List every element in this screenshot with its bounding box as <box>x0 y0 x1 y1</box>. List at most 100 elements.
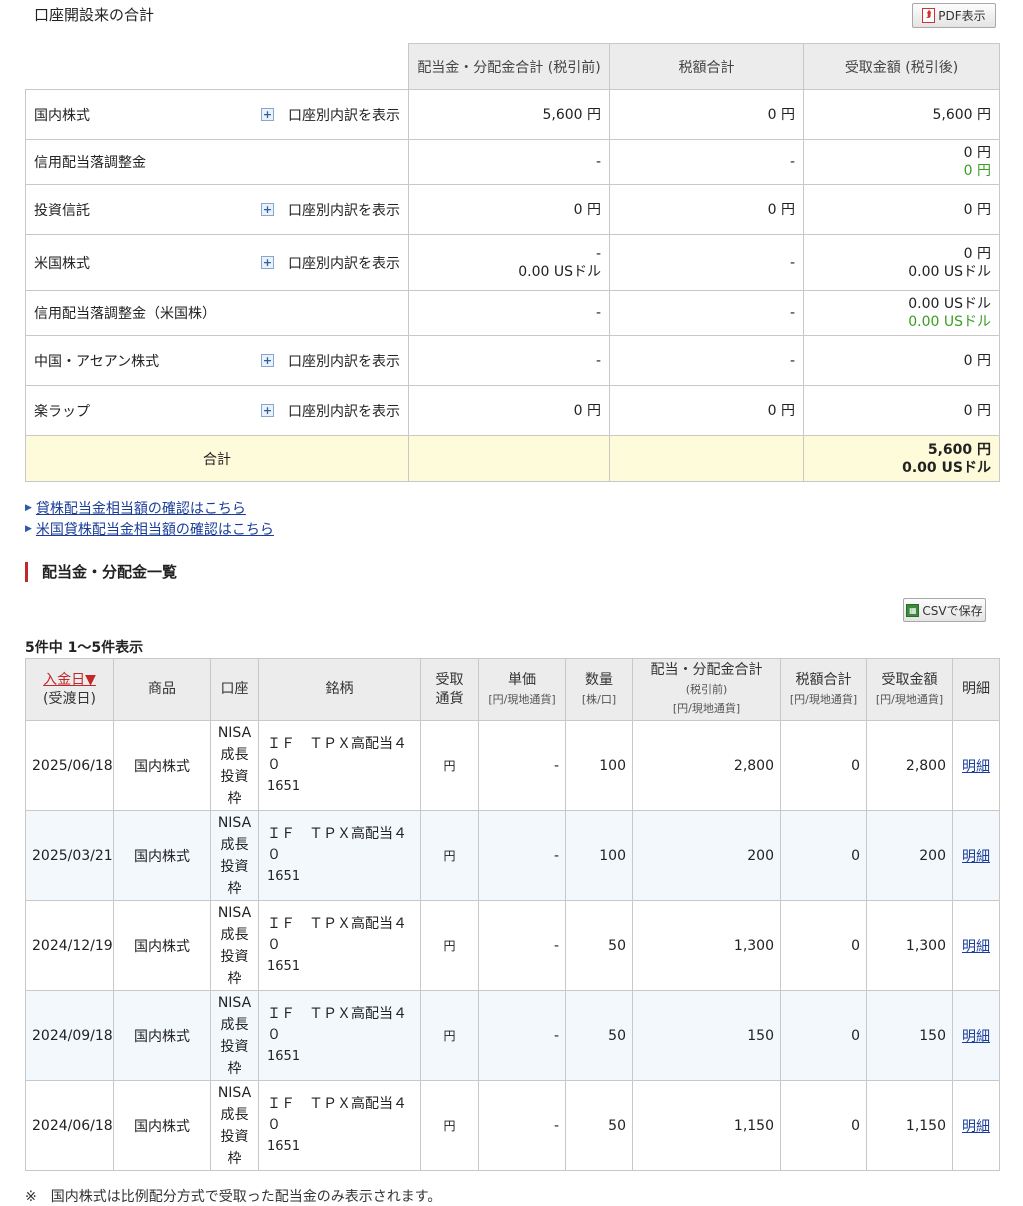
us-lending-dividend-link[interactable]: 米国貸株配当金相当額の確認はこちら <box>36 519 274 539</box>
summary-net-value: 0 円 <box>963 201 991 218</box>
summary-total-label: 合計 <box>25 435 409 482</box>
expand-plus-icon: + <box>261 404 274 417</box>
summary-net-value: 0 円 <box>963 245 991 262</box>
cell-qty: 50 <box>565 1080 633 1171</box>
account-line: NISA <box>217 994 252 1011</box>
account-line: NISA <box>217 814 252 831</box>
summary-row-label: 中国・アセアン株式 <box>34 353 160 370</box>
summary-row: 信用配当落調整金 - -0 円0 円 <box>25 139 1000 185</box>
cell-name: ＩＦ ＴＰＸ高配当４ ０ 1651 <box>258 720 421 811</box>
summary-row-label: 楽ラップ <box>34 403 90 420</box>
summary-net-value: 5,600 円 <box>932 106 991 123</box>
summary-gross-value: - <box>595 245 601 262</box>
summary-total-net-yen: 5,600 円 <box>927 441 991 458</box>
expand-plus-icon: + <box>261 203 274 216</box>
summary-gross-cell: 0 円 <box>408 184 610 235</box>
summary-row-label: 信用配当落調整金（米国株） <box>34 306 216 322</box>
detail-link[interactable]: 明細 <box>962 759 990 775</box>
table-row: 2024/09/18 国内株式 NISA 成長 投資枠 ＩＦ ＴＰＸ高配当４ ０ 1651 円 -… <box>25 990 1000 1081</box>
summary-tax-cell: 0 円 <box>609 385 804 436</box>
account-line: 成長 <box>220 926 249 943</box>
header-qty-label: 数量 <box>585 671 613 688</box>
sort-date-link[interactable]: 入金日▼ <box>43 672 96 688</box>
header-detail: 明細 <box>952 658 1000 721</box>
pdf-button[interactable]: ⮭ PDF表示 <box>912 3 996 28</box>
account-line: 投資 <box>220 858 249 875</box>
csv-button-label: CSVで保存 <box>922 603 983 618</box>
cell-currency: 円 <box>420 1080 479 1171</box>
summary-table: 配当金・分配金合計 (税引前) 税額合計 受取金額 (税引後) 国内株式 + 口座別… <box>25 43 1000 482</box>
summary-header-net: 受取金額 (税引後) <box>803 43 1000 90</box>
table-row: 2025/03/21 国内株式 NISA 成長 投資枠 ＩＦ ＴＰＸ高配当４ ０ 1651 円 -… <box>25 810 1000 901</box>
cell-product: 国内株式 <box>113 810 211 901</box>
summary-label-wrap: 米国株式 + 口座別内訳を表示 <box>34 253 400 273</box>
summary-tax-cell: - <box>609 234 804 291</box>
cell-currency: 円 <box>420 810 479 901</box>
summary-label-wrap: 信用配当落調整金 <box>34 152 400 172</box>
table-row: 2024/06/18 国内株式 NISA 成長 投資枠 ＩＦ ＴＰＸ高配当４ ０ 1651 円 -… <box>25 1080 1000 1171</box>
detail-link[interactable]: 明細 <box>962 939 990 955</box>
security-name-line: ０ <box>267 847 281 863</box>
result-count: 5件中 1〜5件表示 <box>25 640 144 656</box>
header-qty-sub: [株/口] <box>581 692 617 706</box>
cell-net: 1,150 <box>866 1080 953 1171</box>
arrow-right-icon: ▶ <box>25 523 32 534</box>
lending-dividend-link[interactable]: 貸株配当金相当額の確認はこちら <box>36 498 246 518</box>
header-date: 入金日▼ (受渡日) <box>25 658 114 721</box>
cell-gross: 150 <box>632 990 781 1081</box>
link-item: ▶ 米国貸株配当金相当額の確認はこちら <box>25 518 274 539</box>
summary-header-blank <box>25 43 409 90</box>
detail-link[interactable]: 明細 <box>962 849 990 865</box>
detail-link[interactable]: 明細 <box>962 1119 990 1135</box>
arrow-right-icon: ▶ <box>25 502 32 513</box>
account-breakdown-toggle[interactable]: + 口座別内訳を表示 <box>261 351 400 371</box>
summary-gross-value: 0.00 USドル <box>518 263 601 280</box>
cell-detail: 明細 <box>952 810 1000 901</box>
summary-net-adjust-value: 0 円 <box>963 163 991 179</box>
summary-header-gross: 配当金・分配金合計 (税引前) <box>408 43 610 90</box>
link-list: ▶ 貸株配当金相当額の確認はこちら ▶ 米国貸株配当金相当額の確認はこちら <box>25 497 274 539</box>
summary-net-cell: 5,600 円 <box>803 89 1000 140</box>
summary-gross-cell: 5,600 円 <box>408 89 610 140</box>
account-line: 成長 <box>220 836 249 853</box>
pdf-button-label: PDF表示 <box>938 9 986 23</box>
detail-link[interactable]: 明細 <box>962 1029 990 1045</box>
account-breakdown-toggle[interactable]: + 口座別内訳を表示 <box>261 253 400 273</box>
cell-qty: 100 <box>565 720 633 811</box>
header-net-sub: [円/現地通貨] <box>875 692 944 706</box>
cell-detail: 明細 <box>952 1080 1000 1171</box>
cell-account: NISA 成長 投資枠 <box>210 990 259 1081</box>
account-breakdown-toggle[interactable]: + 口座別内訳を表示 <box>261 200 400 220</box>
csv-save-button[interactable]: ▦ CSVで保存 <box>903 598 986 622</box>
cell-price: - <box>478 1080 566 1171</box>
account-breakdown-toggle[interactable]: + 口座別内訳を表示 <box>261 401 400 421</box>
summary-gross-cell: - <box>408 335 610 386</box>
account-breakdown-label: 口座別内訳を表示 <box>288 353 400 370</box>
security-code: 1651 <box>267 1049 301 1064</box>
summary-row: 投資信託 + 口座別内訳を表示 0 円 0 円 0 円 <box>25 184 1000 235</box>
security-code: 1651 <box>267 779 301 794</box>
summary-tax-value: - <box>789 305 795 321</box>
summary-gross-value: 0 円 <box>573 402 601 419</box>
table-row: 2024/12/19 国内株式 NISA 成長 投資枠 ＩＦ ＴＰＸ高配当４ ０ 1651 円 -… <box>25 900 1000 991</box>
header-price: 単価 [円/現地通貨] <box>478 658 566 721</box>
cell-date: 2025/03/21 <box>25 810 114 901</box>
account-breakdown-toggle[interactable]: + 口座別内訳を表示 <box>261 105 400 125</box>
summary-row-label-cell: 米国株式 + 口座別内訳を表示 <box>25 234 409 291</box>
summary-gross-cell: -0.00 USドル <box>408 234 610 291</box>
summary-tax-cell: - <box>609 335 804 386</box>
summary-net-value: 0 円 <box>963 352 991 369</box>
header-tax-sub: [円/現地通貨] <box>789 692 858 706</box>
cell-product: 国内株式 <box>113 720 211 811</box>
summary-gross-cell: - <box>408 290 610 336</box>
account-line: 投資 <box>220 1038 249 1055</box>
account-line: NISA <box>217 724 252 741</box>
header-tax: 税額合計 [円/現地通貨] <box>780 658 867 721</box>
account-breakdown-label: 口座別内訳を表示 <box>288 255 400 272</box>
account-line: 枠 <box>227 1060 242 1077</box>
summary-total-net: 5,600 円 0.00 USドル <box>803 435 1000 482</box>
header-account: 口座 <box>210 658 259 721</box>
summary-row-label: 米国株式 <box>34 255 90 272</box>
summary-label-wrap: 楽ラップ + 口座別内訳を表示 <box>34 401 400 421</box>
summary-header-tax: 税額合計 <box>609 43 804 90</box>
